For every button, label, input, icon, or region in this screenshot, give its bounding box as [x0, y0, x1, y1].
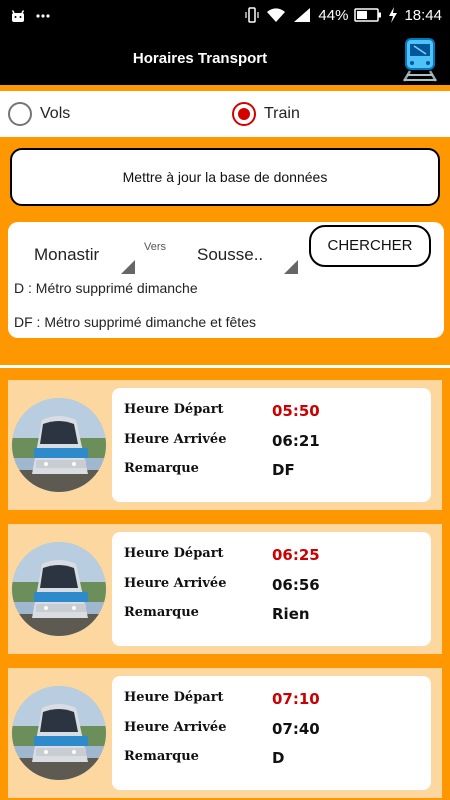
- legend-note-d: D : Métro supprimé dimanche: [14, 280, 198, 296]
- section-divider: [0, 365, 450, 368]
- arrivee-time: 06:21: [272, 432, 320, 450]
- status-right: 44% 18:44: [244, 6, 442, 24]
- arrivee-time: 07:40: [272, 720, 320, 738]
- arrivee-label: Heure Arrivée: [124, 432, 227, 447]
- legend-note-df: DF : Métro supprimé dimanche et fêtes: [14, 314, 256, 330]
- clock: 18:44: [404, 6, 442, 24]
- update-database-button[interactable]: Mettre à jour la base de données: [10, 148, 440, 206]
- remarque-value: DF: [272, 461, 295, 479]
- depart-time: 05:50: [272, 402, 320, 420]
- train-photo: [12, 542, 106, 636]
- train-photo: [12, 686, 106, 780]
- train-photo: [12, 398, 106, 492]
- more-dots-icon: [36, 14, 50, 18]
- status-left: [10, 8, 50, 24]
- vers-label: Vers: [144, 241, 167, 253]
- vibrate-icon: [245, 7, 260, 23]
- dropdown-arrow-icon[interactable]: [121, 260, 135, 274]
- radio-unchecked-icon[interactable]: [8, 102, 32, 126]
- battery-icon: [354, 8, 382, 22]
- schedule-card: Heure Départ 06:25 Heure Arrivée 06:56 R…: [112, 532, 431, 646]
- depart-label: Heure Départ: [124, 402, 224, 417]
- status-bar: 44% 18:44: [0, 0, 450, 33]
- radio-vols[interactable]: Vols: [8, 102, 70, 126]
- destination-select[interactable]: Sousse..: [197, 232, 298, 276]
- charging-icon: [389, 7, 398, 23]
- search-panel: Monastir Vers Sousse.. CHERCHER D : Métr…: [8, 222, 444, 338]
- train-icon[interactable]: [398, 37, 442, 83]
- remarque-value: D: [272, 749, 285, 767]
- dropdown-arrow-icon[interactable]: [284, 260, 298, 274]
- radio-train-label[interactable]: Train: [264, 105, 300, 123]
- app-title: Horaires Transport: [132, 50, 268, 67]
- signal-icon: [294, 8, 311, 22]
- app-bar: Horaires Transport: [0, 33, 450, 85]
- origin-value[interactable]: Monastir: [34, 245, 99, 265]
- remarque-value: Rien: [272, 605, 310, 623]
- schedule-item[interactable]: Heure Départ 07:10 Heure Arrivée 07:40 R…: [8, 668, 442, 798]
- origin-select[interactable]: Monastir: [34, 232, 135, 276]
- destination-value[interactable]: Sousse..: [197, 245, 263, 265]
- search-button[interactable]: CHERCHER: [309, 225, 431, 267]
- depart-label: Heure Départ: [124, 546, 224, 561]
- depart-time: 07:10: [272, 690, 320, 708]
- radio-checked-icon[interactable]: [232, 102, 256, 126]
- arrivee-time: 06:56: [272, 576, 320, 594]
- radio-vols-label[interactable]: Vols: [40, 105, 70, 123]
- remarque-label: Remarque: [124, 605, 199, 620]
- radio-train[interactable]: Train: [232, 102, 300, 126]
- depart-label: Heure Départ: [124, 690, 224, 705]
- schedule-item[interactable]: Heure Départ 05:50 Heure Arrivée 06:21 R…: [8, 380, 442, 510]
- schedule-item[interactable]: Heure Départ 06:25 Heure Arrivée 06:56 R…: [8, 524, 442, 654]
- remarque-label: Remarque: [124, 749, 199, 764]
- battery-percent: 44%: [318, 6, 349, 24]
- arrivee-label: Heure Arrivée: [124, 576, 227, 591]
- remarque-label: Remarque: [124, 461, 199, 476]
- depart-time: 06:25: [272, 546, 320, 564]
- schedule-card: Heure Départ 05:50 Heure Arrivée 06:21 R…: [112, 388, 431, 502]
- schedule-card: Heure Départ 07:10 Heure Arrivée 07:40 R…: [112, 676, 431, 790]
- arrivee-label: Heure Arrivée: [124, 720, 227, 735]
- transport-mode-selector: Vols Train: [0, 91, 450, 137]
- android-icon: [11, 10, 25, 22]
- wifi-icon: [267, 8, 286, 22]
